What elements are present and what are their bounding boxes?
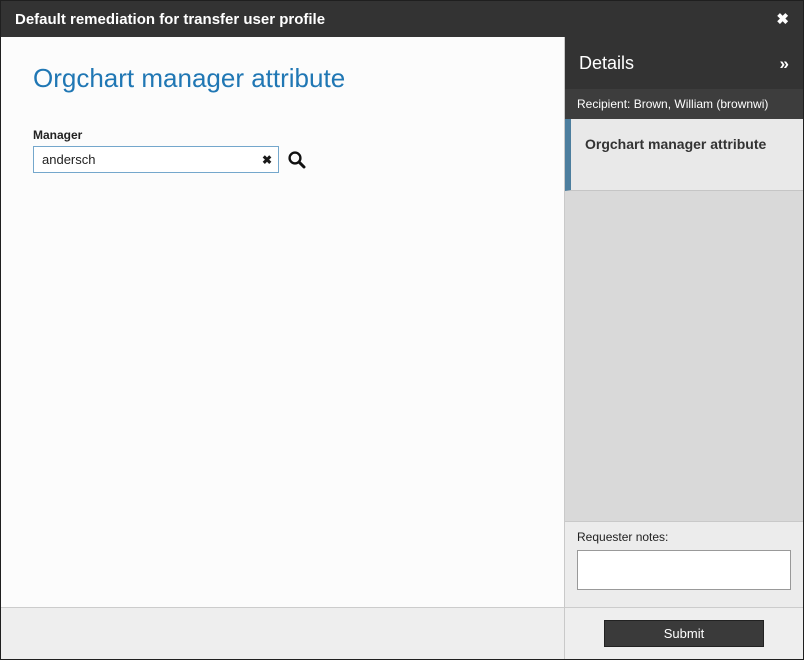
chevron-right-icon[interactable]: » bbox=[780, 55, 789, 72]
details-sidebar: Details » Recipient: Brown, William (bro… bbox=[565, 37, 803, 659]
sidebar-body bbox=[565, 191, 803, 521]
page-title: Orgchart manager attribute bbox=[33, 63, 532, 94]
details-title: Details bbox=[579, 53, 634, 74]
manager-input[interactable] bbox=[33, 146, 279, 173]
clear-icon[interactable]: ✖ bbox=[262, 154, 272, 166]
requester-notes-textarea[interactable] bbox=[577, 550, 791, 590]
main-pane: Orgchart manager attribute Manager ✖ bbox=[1, 37, 565, 659]
details-header: Details » bbox=[565, 37, 803, 89]
modal-titlebar: Default remediation for transfer user pr… bbox=[1, 1, 803, 37]
sidebar-item-orgchart-manager[interactable]: Orgchart manager attribute bbox=[565, 119, 803, 191]
manager-field-label: Manager bbox=[33, 128, 532, 142]
search-icon[interactable] bbox=[287, 150, 306, 169]
requester-notes-label: Requester notes: bbox=[577, 530, 791, 544]
manager-input-wrap: ✖ bbox=[33, 146, 279, 173]
main-body: Orgchart manager attribute Manager ✖ bbox=[1, 37, 564, 607]
close-icon[interactable]: ✖ bbox=[776, 12, 789, 27]
requester-notes-section: Requester notes: bbox=[565, 521, 803, 607]
submit-button[interactable]: Submit bbox=[604, 620, 764, 647]
modal-title: Default remediation for transfer user pr… bbox=[15, 11, 325, 28]
main-footer bbox=[1, 607, 564, 659]
sidebar-footer: Submit bbox=[565, 607, 803, 659]
recipient-strip: Recipient: Brown, William (brownwi) bbox=[565, 89, 803, 119]
modal-content: Orgchart manager attribute Manager ✖ bbox=[1, 37, 803, 659]
modal-window: Default remediation for transfer user pr… bbox=[0, 0, 804, 660]
manager-field-row: ✖ bbox=[33, 146, 532, 173]
sidebar-item-label: Orgchart manager attribute bbox=[585, 136, 766, 152]
